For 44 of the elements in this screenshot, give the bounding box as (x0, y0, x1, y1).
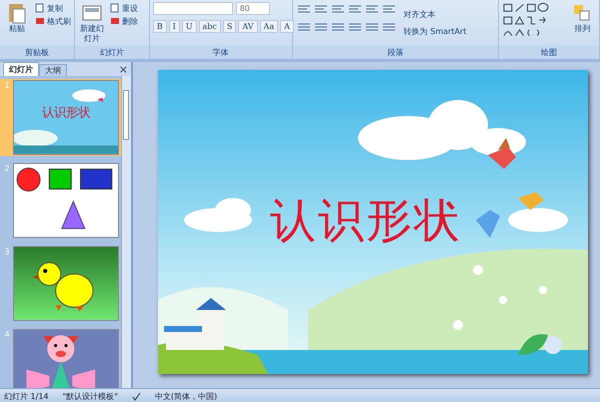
panel-tab[interactable]: 大纲 (39, 64, 67, 76)
clipboard-icon (6, 2, 28, 24)
scrollbar[interactable] (121, 76, 131, 388)
convert-smartart-button[interactable]: 转换为 SmartArt (404, 25, 466, 37)
slide-number: 4 (3, 330, 11, 341)
delete-button[interactable]: 删除 (110, 15, 138, 27)
group-label: 绘图 (499, 46, 599, 59)
format-painter-button[interactable]: 格式刷 (35, 15, 71, 27)
close-button[interactable]: × (116, 64, 131, 76)
align-text-button[interactable]: 对齐文本 (404, 8, 466, 20)
check-icon (132, 392, 141, 400)
new-slide-button[interactable]: 新建幻灯片 (78, 2, 106, 44)
bird-drawing (488, 138, 516, 169)
cloud-drawing (184, 198, 252, 232)
panel-tab[interactable]: 幻灯片 (3, 62, 39, 76)
group-label: 字体 (150, 46, 292, 59)
slide-title: 认识形状 (270, 192, 462, 249)
slide-number: 3 (3, 247, 11, 258)
font-format-button[interactable]: abc (198, 20, 221, 33)
group-label: 剪贴板 (0, 46, 74, 59)
slide-number: 1 (3, 81, 11, 92)
font-name-field[interactable] (152, 2, 233, 15)
font-format-button[interactable]: S (222, 20, 236, 33)
slide-number: 2 (3, 164, 11, 175)
font-format-button[interactable]: I (168, 20, 180, 33)
font-format-button[interactable]: AV (238, 20, 258, 33)
group-label: 段落 (292, 46, 498, 59)
arrange-button[interactable]: 排列 (568, 2, 596, 34)
font-format-button[interactable]: A (280, 20, 294, 33)
theme-name: "默认设计模板" (62, 390, 118, 402)
font-format-button[interactable]: U (182, 20, 197, 33)
bird-drawing (476, 210, 500, 238)
thumbnail-title: 认识形状 (42, 104, 90, 120)
bird-drawing (518, 192, 544, 210)
group-label: 幻灯片 (75, 46, 149, 59)
font-format-button[interactable]: Aa (260, 20, 278, 33)
font-format-button[interactable]: B (152, 20, 167, 33)
copy-button[interactable]: 复制 (35, 2, 71, 14)
reset-button[interactable]: 重设 (110, 2, 138, 14)
paste-button[interactable]: 粘贴 (3, 2, 31, 34)
font-size-field[interactable]: 80 (236, 2, 270, 15)
slide-count: 幻灯片 1/14 (4, 390, 49, 402)
cloud-drawing (508, 208, 568, 232)
language-label: 中文(简体，中国) (154, 390, 218, 402)
